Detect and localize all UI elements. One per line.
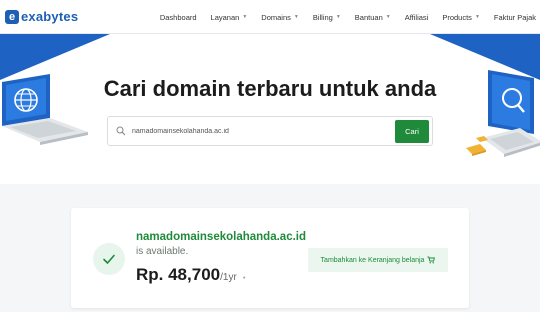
nav-item-bantuan[interactable]: Bantuan ▼ [355,13,391,22]
nav-label: Dashboard [159,12,197,22]
cart-icon [427,256,436,264]
domain-price: Rp. 48,700/1yr [136,265,237,285]
add-to-cart-label: Tambahkan ke Keranjang belanja [320,256,425,264]
domain-result-card: namadomainsekolahanda.ac.id is available… [71,208,469,308]
domain-search-box: Cari [107,116,433,146]
add-to-cart-button[interactable]: Tambahkan ke Keranjang belanja [308,248,448,272]
available-status-badge [93,243,125,275]
price-separator: • [243,275,246,282]
nav-label: Layanan [210,12,240,22]
nav-label: Faktur Pajak [493,12,536,22]
nav-item-dashboard[interactable]: Dashboard [160,13,197,22]
chevron-down-icon: ▼ [474,14,480,20]
chevron-down-icon: ▼ [293,14,299,20]
nav-label: Bantuan [354,12,383,22]
price-period: /1yr [220,272,237,283]
nav-label: Domains [261,12,291,22]
logo-text: exabytes [21,9,79,24]
availability-text: is available. [136,246,189,257]
hero-section: Cari domain terbaru untuk anda Cari [0,34,540,184]
nav-label: Products [442,12,472,22]
nav-label: Affiliasi [404,12,429,22]
search-icon [116,126,126,136]
domain-search-input[interactable] [132,127,392,135]
chevron-down-icon: ▼ [242,14,248,20]
price-amount: Rp. 48,700 [136,265,221,284]
nav-item-domains[interactable]: Domains ▼ [261,13,299,22]
domain-name: namadomainsekolahanda.ac.id [136,231,307,243]
chevron-down-icon: ▼ [385,14,391,20]
check-icon [103,254,115,264]
nav-label: Billing [312,12,333,22]
top-navbar: e exabytes Dashboard Layanan ▼ Domains ▼ B… [0,0,540,34]
exabytes-logo[interactable]: e exabytes [5,9,78,24]
nav-item-affiliasi[interactable]: Affiliasi [405,13,429,22]
nav-item-billing[interactable]: Billing ▼ [313,13,341,22]
search-button[interactable]: Cari [395,120,429,143]
page-title: Cari domain terbaru untuk anda [103,76,437,101]
nav-item-layanan[interactable]: Layanan ▼ [211,13,248,22]
nav-item-faktur-pajak[interactable]: Faktur Pajak [494,13,536,22]
logo-badge-icon: e [5,9,19,24]
main-nav: Dashboard Layanan ▼ Domains ▼ Billing ▼ Ban… [146,0,536,34]
nav-item-products[interactable]: Products ▼ [442,13,480,22]
chevron-down-icon: ▼ [335,14,341,20]
